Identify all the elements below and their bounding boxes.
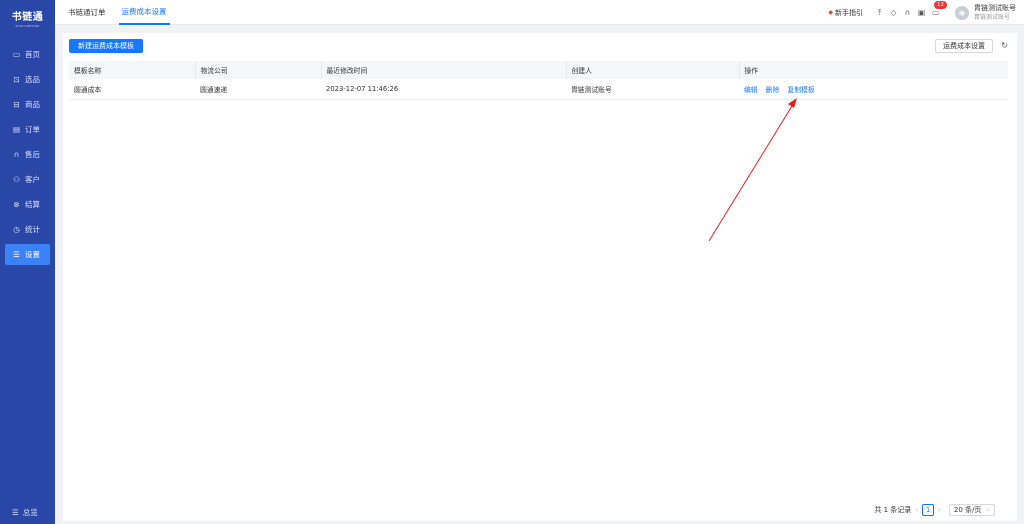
user-icon: ◉ — [958, 8, 966, 17]
settings-icon: ☰ — [13, 250, 20, 259]
cell-creator: 胄链测试账号 — [566, 79, 739, 100]
page-number[interactable]: 1 — [922, 504, 935, 516]
create-template-button[interactable]: 新建运费成本模板 — [69, 39, 143, 53]
settle-icon: ⊗ — [13, 200, 20, 209]
sidebar-item-settings[interactable]: ☰ 设置 — [5, 244, 50, 265]
page-size-select[interactable]: 20 条/页 ⌵ — [948, 504, 995, 516]
app-logo[interactable]: 书链通 SHULIANTONG — [0, 0, 55, 36]
template-table: 模板名称 物流公司 最近修改时间 创建人 操作 圆通成本 圆通速递 2023-1… — [69, 61, 1008, 100]
user-name: 胄链测试账号 — [974, 3, 1016, 12]
sidebar-item-settlement[interactable]: ⊗ 结算 — [5, 194, 50, 215]
order-icon: ▤ — [12, 125, 21, 134]
flag-icon: ◆ — [828, 9, 833, 16]
sidebar-item-orders[interactable]: ▤ 订单 — [5, 119, 50, 140]
diamond-icon[interactable]: ◇ — [888, 8, 899, 17]
users-icon: ⚇ — [13, 175, 20, 184]
logo-subtext: SHULIANTONG — [15, 24, 40, 28]
guide-link[interactable]: ◆ 新手指引 — [828, 8, 863, 18]
chevron-down-icon: ⌵ — [985, 506, 990, 513]
table-header: 模板名称 物流公司 最近修改时间 创建人 操作 — [69, 61, 1008, 79]
upload-icon[interactable]: ⤒ — [874, 8, 885, 18]
sidebar-item-label: 订单 — [25, 125, 40, 134]
total-records: 共 1 条记录 — [874, 506, 912, 514]
select-icon: ⊡ — [13, 75, 20, 84]
top-bar: 书链通订单 运费成本设置 ◆ 新手指引 ⤒ ◇ ∩ ▣ ▭ 12 ◉ 胄链测试账号… — [55, 0, 1024, 25]
cell-company: 圆通速递 — [195, 79, 321, 100]
sidebar-item-label: 统计 — [25, 225, 40, 234]
sidebar-item-label: 设置 — [25, 250, 40, 259]
topbar-tools: ◆ 新手指引 ⤒ ◇ ∩ ▣ ▭ 12 ◉ 胄链测试账号 胄链测试账号 — [828, 0, 1016, 25]
col-creator: 创建人 — [565, 61, 739, 79]
pagination: 共 1 条记录 ‹ 1 › 20 条/页 ⌵ — [874, 504, 995, 516]
sidebar-item-select[interactable]: ⊡ 选品 — [5, 69, 50, 90]
sidebar-item-label: 售后 — [25, 150, 40, 159]
cell-operations: 编辑 删除 复制模板 — [739, 79, 1008, 100]
user-info[interactable]: 胄链测试账号 胄链测试账号 — [974, 4, 1016, 22]
headset-icon[interactable]: ∩ — [902, 8, 913, 17]
box-icon: ⊟ — [13, 100, 20, 109]
col-template-name: 模板名称 — [69, 61, 195, 79]
sidebar-item-label: 结算 — [25, 200, 40, 209]
main-panel: 新建运费成本模板 运费成本设置 ↻ 模板名称 物流公司 最近修改时间 创建人 操… — [63, 33, 1017, 521]
cell-modified: 2023-12-07 11:46:26 — [321, 79, 566, 100]
guide-label: 新手指引 — [835, 8, 863, 17]
sidebar-item-customers[interactable]: ⚇ 客户 — [5, 169, 50, 190]
menu-icon: ☰ — [12, 507, 19, 517]
monitor-icon: ▭ — [12, 50, 21, 59]
tab-freight-cost-settings[interactable]: 运费成本设置 — [118, 0, 170, 25]
sidebar-item-aftersale[interactable]: ∩ 售后 — [5, 144, 50, 165]
prev-page-icon[interactable]: ‹ — [915, 506, 918, 514]
next-page-icon[interactable]: › — [938, 506, 941, 514]
user-account: 胄链测试账号 — [974, 13, 1011, 21]
freight-cost-settings-button[interactable]: 运费成本设置 — [935, 39, 993, 53]
clock-icon: ◷ — [13, 225, 20, 234]
table-row: 圆通成本 圆通速递 2023-12-07 11:46:26 胄链测试账号 编辑 … — [69, 79, 1008, 100]
page-size-label: 20 条/页 — [953, 506, 982, 514]
copy-template-link[interactable]: 复制模板 — [788, 86, 815, 94]
notification-badge: 12 — [934, 1, 947, 9]
refresh-icon[interactable]: ↻ — [1001, 41, 1008, 50]
delete-link[interactable]: 删除 — [766, 86, 780, 94]
sidebar-item-products[interactable]: ⊟ 商品 — [5, 94, 50, 115]
sidebar-item-label: 选品 — [25, 75, 40, 84]
sidebar-overview[interactable]: ☰ 总览 — [5, 504, 38, 520]
headset-icon: ∩ — [13, 150, 20, 159]
sidebar-overview-label: 总览 — [22, 507, 38, 517]
sidebar-item-label: 首页 — [25, 50, 40, 59]
bell-icon[interactable]: ▭ 12 — [930, 1, 947, 17]
logo-text: 书链通 — [11, 12, 44, 23]
col-operations: 操作 — [738, 61, 1008, 79]
sidebar-item-stats[interactable]: ◷ 统计 — [5, 219, 50, 240]
cell-template-name: 圆通成本 — [69, 79, 195, 100]
sidebar-item-label: 商品 — [25, 100, 40, 109]
col-modified-time: 最近修改时间 — [320, 61, 566, 79]
sidebar: 书链通 SHULIANTONG ▭ 首页 ⊡ 选品 ⊟ 商品 ▤ 订单 ∩ 售后 ⚇ 客户 … — [0, 0, 55, 524]
document-icon[interactable]: ▣ — [916, 8, 927, 17]
tab-orders[interactable]: 书链通订单 — [65, 0, 109, 25]
edit-link[interactable]: 编辑 — [744, 86, 758, 94]
sidebar-nav: ▭ 首页 ⊡ 选品 ⊟ 商品 ▤ 订单 ∩ 售后 ⚇ 客户 ⊗ 结算 ◷ 统计 ☰ 设置 — [0, 44, 55, 265]
sidebar-item-label: 客户 — [25, 175, 40, 184]
avatar[interactable]: ◉ — [955, 5, 969, 20]
sidebar-item-home[interactable]: ▭ 首页 — [5, 44, 50, 65]
col-logistics-company: 物流公司 — [194, 61, 321, 79]
